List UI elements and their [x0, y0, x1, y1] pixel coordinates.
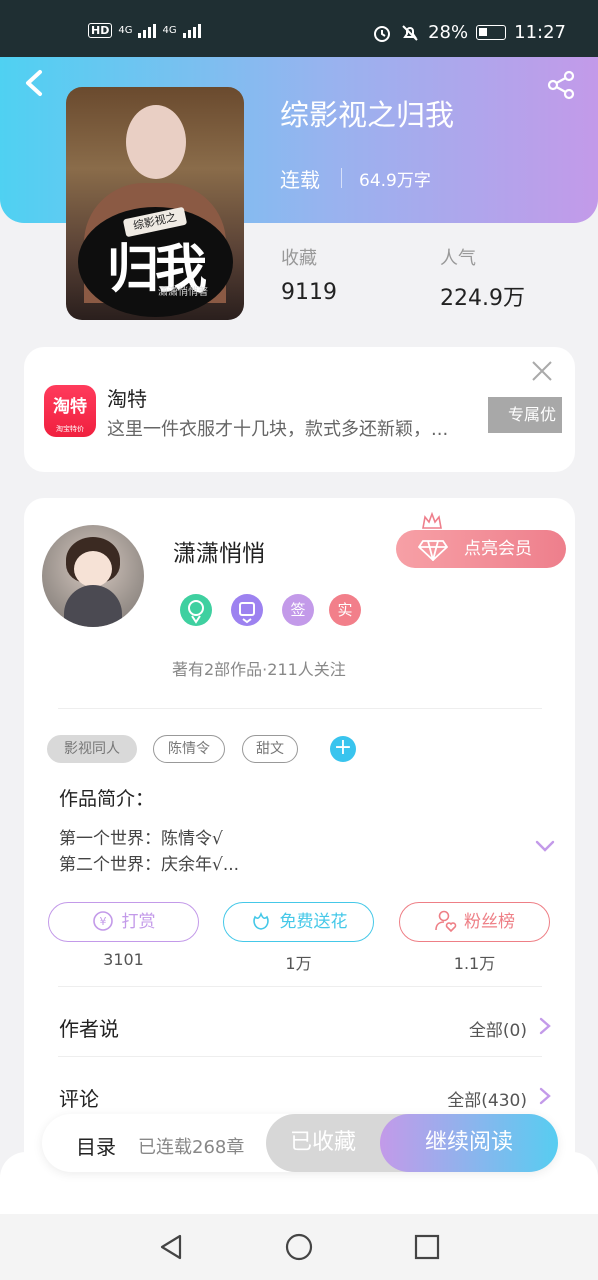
- divider: [58, 986, 542, 987]
- network-indicators: HD 4G 4G: [88, 22, 201, 38]
- comments-all[interactable]: 全部(430): [447, 1086, 527, 1111]
- serial-status: 连载: [280, 168, 320, 192]
- cover-figure-face: [126, 105, 186, 179]
- add-tag-icon[interactable]: +: [330, 736, 356, 762]
- net-label-2: 4G: [162, 24, 177, 36]
- battery-percent: 28%: [428, 22, 469, 43]
- ad-logo-icon: 淘特 淘宝特价: [44, 385, 96, 437]
- battery-icon: [476, 25, 507, 40]
- tag-chen-qing-ling[interactable]: 陈情令: [153, 735, 225, 763]
- chapter-count: 已连载268章: [138, 1137, 245, 1158]
- share-icon[interactable]: [546, 70, 576, 100]
- chevron-down-icon[interactable]: [534, 838, 556, 854]
- fan-user-icon: [435, 910, 457, 933]
- svg-text:¥: ¥: [99, 915, 106, 928]
- yen-coin-icon: ¥: [92, 911, 113, 931]
- fan-ranking-button[interactable]: 粉丝榜: [399, 902, 550, 942]
- diamond-icon: [418, 540, 448, 561]
- word-count: 64.9万字: [359, 171, 431, 191]
- fan-ranking-label: 粉丝榜: [464, 912, 515, 932]
- chevron-right-icon[interactable]: [539, 1087, 551, 1105]
- favorites-label: 收藏: [281, 248, 317, 269]
- intro-label: 作品简介：: [59, 788, 155, 810]
- popularity-count: 224.9万: [440, 286, 525, 311]
- table-of-contents-button[interactable]: 目录: [76, 1131, 116, 1160]
- cover-author-text: 潇潇悄悄著: [158, 287, 208, 298]
- avatar-face: [74, 551, 112, 587]
- divider: [58, 708, 542, 709]
- book-title: 综影视之归我: [280, 98, 455, 132]
- status-bar: HD 4G 4G 28% 11:27: [0, 0, 598, 60]
- net-label-1: 4G: [118, 24, 133, 36]
- ad-title: 淘特: [107, 387, 147, 411]
- clock: 11:27: [514, 22, 566, 43]
- continue-reading-button[interactable]: 继续阅读: [380, 1114, 558, 1172]
- chevron-right-icon[interactable]: [539, 1017, 551, 1035]
- purple-medal-icon[interactable]: [231, 594, 263, 626]
- nav-home-icon[interactable]: [284, 1232, 314, 1262]
- reward-button[interactable]: ¥ 打赏: [48, 902, 199, 942]
- mute-bell-icon: [402, 24, 418, 41]
- book-cover[interactable]: 综影视之 归我 潇潇悄悄著: [66, 87, 244, 320]
- author-notes-label: 作者说: [59, 1017, 119, 1041]
- ad-cta-button[interactable]: 专属优: [488, 397, 562, 433]
- divider: [58, 1056, 542, 1057]
- ad-logo-subtext: 淘宝特价: [56, 425, 84, 433]
- ad-card[interactable]: 淘特 淘宝特价 淘特 这里一件衣服才十几块，款式多还新颖，... 专属优: [24, 347, 575, 472]
- sign-badge-icon[interactable]: 签: [282, 594, 314, 626]
- crown-icon: [422, 512, 442, 529]
- reward-label: 打赏: [121, 912, 156, 932]
- tag-sweet[interactable]: 甜文: [242, 735, 298, 763]
- author-avatar[interactable]: [42, 525, 144, 627]
- author-name[interactable]: 潇潇悄悄: [173, 534, 265, 568]
- flower-count: 1万: [285, 954, 312, 973]
- close-icon[interactable]: [530, 359, 554, 383]
- cover-title-text: 归我: [106, 239, 207, 300]
- verified-badge-icon[interactable]: 实: [329, 594, 361, 626]
- popularity-label: 人气: [440, 248, 476, 269]
- favorites-count: 9119: [281, 280, 337, 305]
- intro-line-2: 第二个世界：庆余年√...: [59, 855, 240, 875]
- ad-description: 这里一件衣服才十几块，款式多还新颖，...: [107, 419, 449, 440]
- medal-shape: [188, 600, 204, 624]
- nav-recents-icon[interactable]: [412, 1232, 442, 1262]
- alarm-icon: [374, 25, 391, 42]
- hd-voice-icon: HD: [88, 22, 113, 38]
- medal-shape: [239, 602, 255, 624]
- send-flower-label: 免费送花: [279, 912, 348, 932]
- divider: [341, 168, 342, 188]
- nav-back-icon[interactable]: [156, 1232, 186, 1262]
- fan-count: 1.1万: [453, 954, 496, 973]
- ad-logo-text: 淘特: [53, 397, 87, 417]
- back-chevron-icon[interactable]: [20, 66, 48, 100]
- reward-count: 3101: [103, 950, 144, 969]
- signal-icon-1: [138, 22, 157, 38]
- author-notes-all[interactable]: 全部(0): [469, 1016, 527, 1041]
- status-right: 28% 11:27: [372, 22, 566, 43]
- send-flower-button[interactable]: 免费送花: [223, 902, 374, 942]
- green-medal-icon[interactable]: [180, 594, 212, 626]
- author-meta: 著有2部作品·211人关注: [172, 660, 346, 679]
- intro-line-1: 第一个世界：陈情令√: [59, 829, 223, 849]
- flower-icon: [252, 911, 269, 930]
- signal-icon-2: [182, 22, 201, 38]
- tag-film-fanfic[interactable]: 影视同人: [47, 735, 137, 763]
- comments-label: 评论: [59, 1087, 99, 1111]
- avatar-body: [64, 585, 122, 627]
